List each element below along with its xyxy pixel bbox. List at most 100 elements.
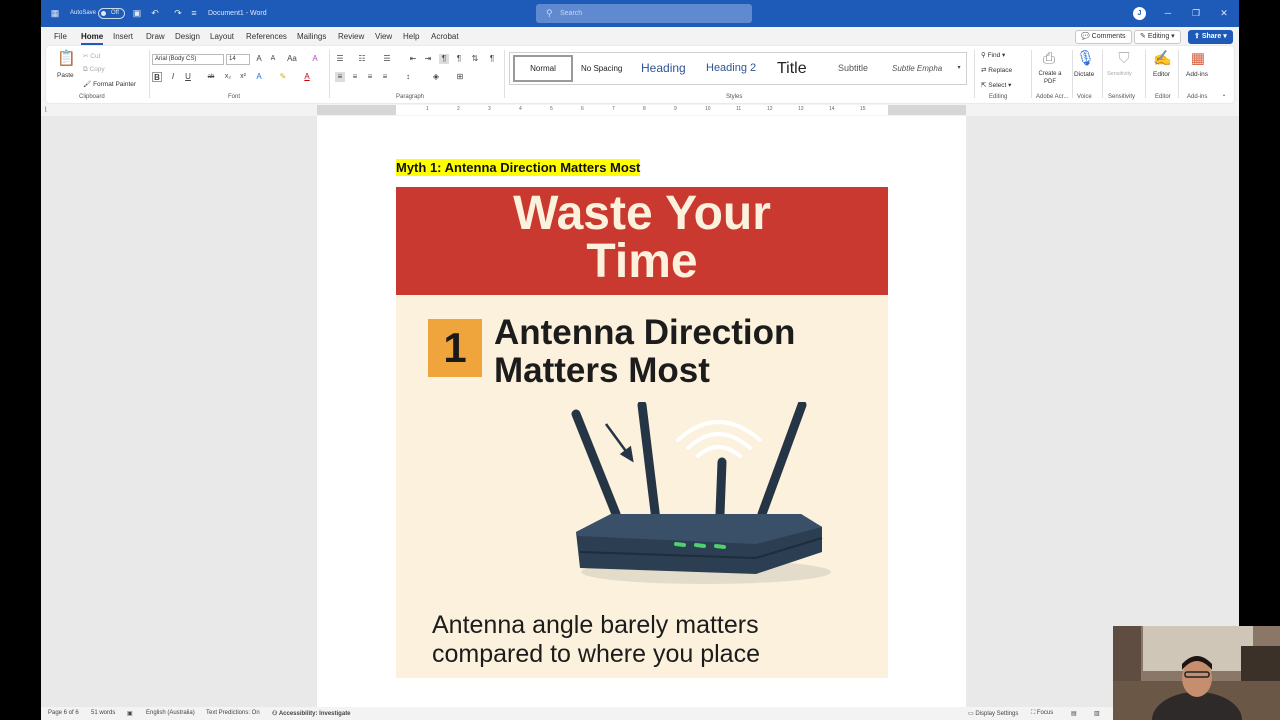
- restore-icon[interactable]: ❐: [1189, 6, 1203, 20]
- decrease-indent-icon[interactable]: ⇤: [408, 54, 418, 64]
- tab-layout[interactable]: Layout: [210, 32, 234, 41]
- style-normal[interactable]: Normal: [513, 55, 573, 82]
- text-predictions-status[interactable]: Text Predictions: On: [206, 710, 260, 716]
- tab-selector-icon[interactable]: ⌊: [45, 106, 47, 113]
- tab-mailings[interactable]: Mailings: [297, 32, 326, 41]
- share-button[interactable]: ⇪ Share ▾: [1188, 30, 1233, 44]
- align-right-icon[interactable]: ≡: [365, 72, 375, 82]
- language-status[interactable]: English (Australia): [146, 710, 195, 716]
- editor-button[interactable]: Editor: [1153, 71, 1170, 78]
- save-icon[interactable]: ▣: [131, 7, 143, 19]
- tab-acrobat[interactable]: Acrobat: [431, 32, 459, 41]
- multilevel-list-icon[interactable]: ☰: [382, 54, 392, 64]
- highlight-color-icon[interactable]: ✎: [278, 72, 288, 82]
- page-count[interactable]: Page 6 of 6: [48, 710, 79, 716]
- ltr-icon[interactable]: ¶: [439, 54, 449, 64]
- tab-insert[interactable]: Insert: [113, 32, 133, 41]
- display-settings-button[interactable]: ▭ Display Settings: [968, 710, 1018, 717]
- print-layout-icon[interactable]: ▥: [1094, 710, 1100, 717]
- style-title[interactable]: Title: [777, 53, 807, 84]
- tab-home[interactable]: Home: [81, 32, 104, 45]
- style-no-spacing[interactable]: No Spacing: [581, 53, 622, 84]
- word-app-icon[interactable]: ▦: [49, 7, 61, 19]
- create-pdf-button[interactable]: Create a PDF: [1038, 70, 1062, 86]
- style-heading[interactable]: Heading: [641, 53, 686, 84]
- styles-more-icon[interactable]: ▾: [954, 63, 964, 73]
- add-ins-button[interactable]: Add-ins: [1186, 71, 1208, 78]
- document-page[interactable]: Myth 1: Antenna Direction Matters Most W…: [317, 116, 966, 707]
- avatar[interactable]: J: [1133, 7, 1146, 20]
- editing-mode-button[interactable]: ✎ Editing ▾: [1134, 30, 1181, 44]
- accessibility-status[interactable]: ⚇ Accessibility: Investigate: [272, 710, 351, 717]
- collapse-ribbon-icon[interactable]: ⌄: [1219, 90, 1229, 100]
- increase-indent-icon[interactable]: ⇥: [423, 54, 433, 64]
- tab-view[interactable]: View: [375, 32, 392, 41]
- subscript-button[interactable]: x₂: [223, 72, 233, 82]
- horizontal-ruler[interactable]: 1 2 3 4 5 6 7 8 9 10 11 12 13 14 15: [317, 105, 966, 115]
- minimize-icon[interactable]: ─: [1161, 6, 1175, 20]
- italic-button[interactable]: I: [168, 72, 178, 82]
- microphone-icon[interactable]: 🎙: [1076, 50, 1095, 68]
- tab-design[interactable]: Design: [175, 32, 200, 41]
- align-center-icon[interactable]: ≡: [350, 72, 360, 82]
- strikethrough-button[interactable]: ab: [206, 72, 216, 82]
- font-name-combo[interactable]: Arial (Body CS): [152, 54, 224, 65]
- bullets-icon[interactable]: ☰: [335, 54, 345, 64]
- shrink-font-icon[interactable]: A: [268, 54, 278, 64]
- style-subtle-emphasis[interactable]: Subtle Empha: [892, 53, 942, 84]
- paste-button[interactable]: Paste: [57, 72, 74, 79]
- format-painter-button[interactable]: 🖌 Format Painter: [83, 80, 136, 88]
- numbering-icon[interactable]: ☷: [357, 54, 367, 64]
- show-formatting-icon[interactable]: ¶: [487, 54, 497, 64]
- align-left-icon[interactable]: ≡: [335, 72, 345, 82]
- myth-heading[interactable]: Myth 1: Antenna Direction Matters Most: [396, 159, 641, 176]
- replace-button[interactable]: ⇄ Replace: [981, 66, 1012, 74]
- style-heading-2[interactable]: Heading 2: [706, 53, 756, 84]
- redo-icon[interactable]: ↷: [172, 7, 184, 19]
- rtl-icon[interactable]: ¶: [454, 54, 464, 64]
- undo-icon[interactable]: ↶: [149, 7, 161, 19]
- paste-icon[interactable]: 📋: [57, 50, 76, 68]
- line-spacing-icon[interactable]: ↕: [403, 72, 413, 82]
- word-count[interactable]: 51 words: [91, 710, 115, 716]
- caption-line-1: Antenna angle barely matters: [432, 611, 759, 639]
- tab-references[interactable]: References: [246, 32, 287, 41]
- tab-draw[interactable]: Draw: [146, 32, 165, 41]
- customize-toolbar-icon[interactable]: ≡: [188, 7, 200, 19]
- tab-help[interactable]: Help: [403, 32, 419, 41]
- borders-icon[interactable]: ⊞: [455, 72, 465, 82]
- sensitivity-icon[interactable]: ⛉: [1115, 50, 1133, 68]
- focus-button[interactable]: ⛶ Focus: [1031, 710, 1053, 717]
- editor-icon[interactable]: ✍: [1153, 50, 1172, 68]
- select-button[interactable]: ⇱ Select ▾: [981, 81, 1011, 89]
- bold-button[interactable]: B: [152, 72, 162, 82]
- grow-font-icon[interactable]: A: [254, 54, 264, 64]
- tab-file[interactable]: File: [54, 32, 67, 41]
- sort-icon[interactable]: ⇅: [470, 54, 480, 64]
- dictate-button[interactable]: Dictate: [1074, 71, 1094, 78]
- text-effects-icon[interactable]: A: [254, 72, 264, 82]
- copy-button[interactable]: ⧉ Copy: [83, 66, 105, 74]
- clear-formatting-icon[interactable]: A: [310, 54, 320, 64]
- infographic-image[interactable]: Waste Your Time 1 Antenna Direction Matt…: [396, 187, 888, 678]
- sensitivity-button[interactable]: Sensitivity: [1107, 71, 1132, 77]
- comments-button[interactable]: 💬 Comments: [1075, 30, 1132, 44]
- superscript-button[interactable]: x²: [238, 72, 248, 82]
- style-subtitle[interactable]: Subtitle: [838, 53, 868, 84]
- underline-button[interactable]: U: [183, 72, 193, 82]
- cut-button[interactable]: ✂ Cut: [83, 52, 100, 60]
- change-case-icon[interactable]: Aa: [285, 54, 299, 64]
- close-icon[interactable]: ✕: [1217, 6, 1231, 20]
- font-size-combo[interactable]: 14: [226, 54, 250, 65]
- create-pdf-icon[interactable]: ⎙: [1040, 50, 1058, 68]
- tab-review[interactable]: Review: [338, 32, 364, 41]
- autosave-toggle[interactable]: Off: [98, 8, 125, 19]
- add-ins-icon[interactable]: ▦: [1189, 50, 1207, 68]
- justify-icon[interactable]: ≡: [380, 72, 390, 82]
- read-mode-icon[interactable]: ▤: [1071, 710, 1077, 717]
- search-input[interactable]: ⚲ Search: [536, 4, 752, 23]
- find-button[interactable]: ⚲ Find ▾: [981, 51, 1005, 59]
- font-color-icon[interactable]: A: [302, 72, 312, 82]
- shading-icon[interactable]: ◈: [431, 72, 441, 82]
- proofing-icon[interactable]: ▣: [127, 710, 133, 717]
